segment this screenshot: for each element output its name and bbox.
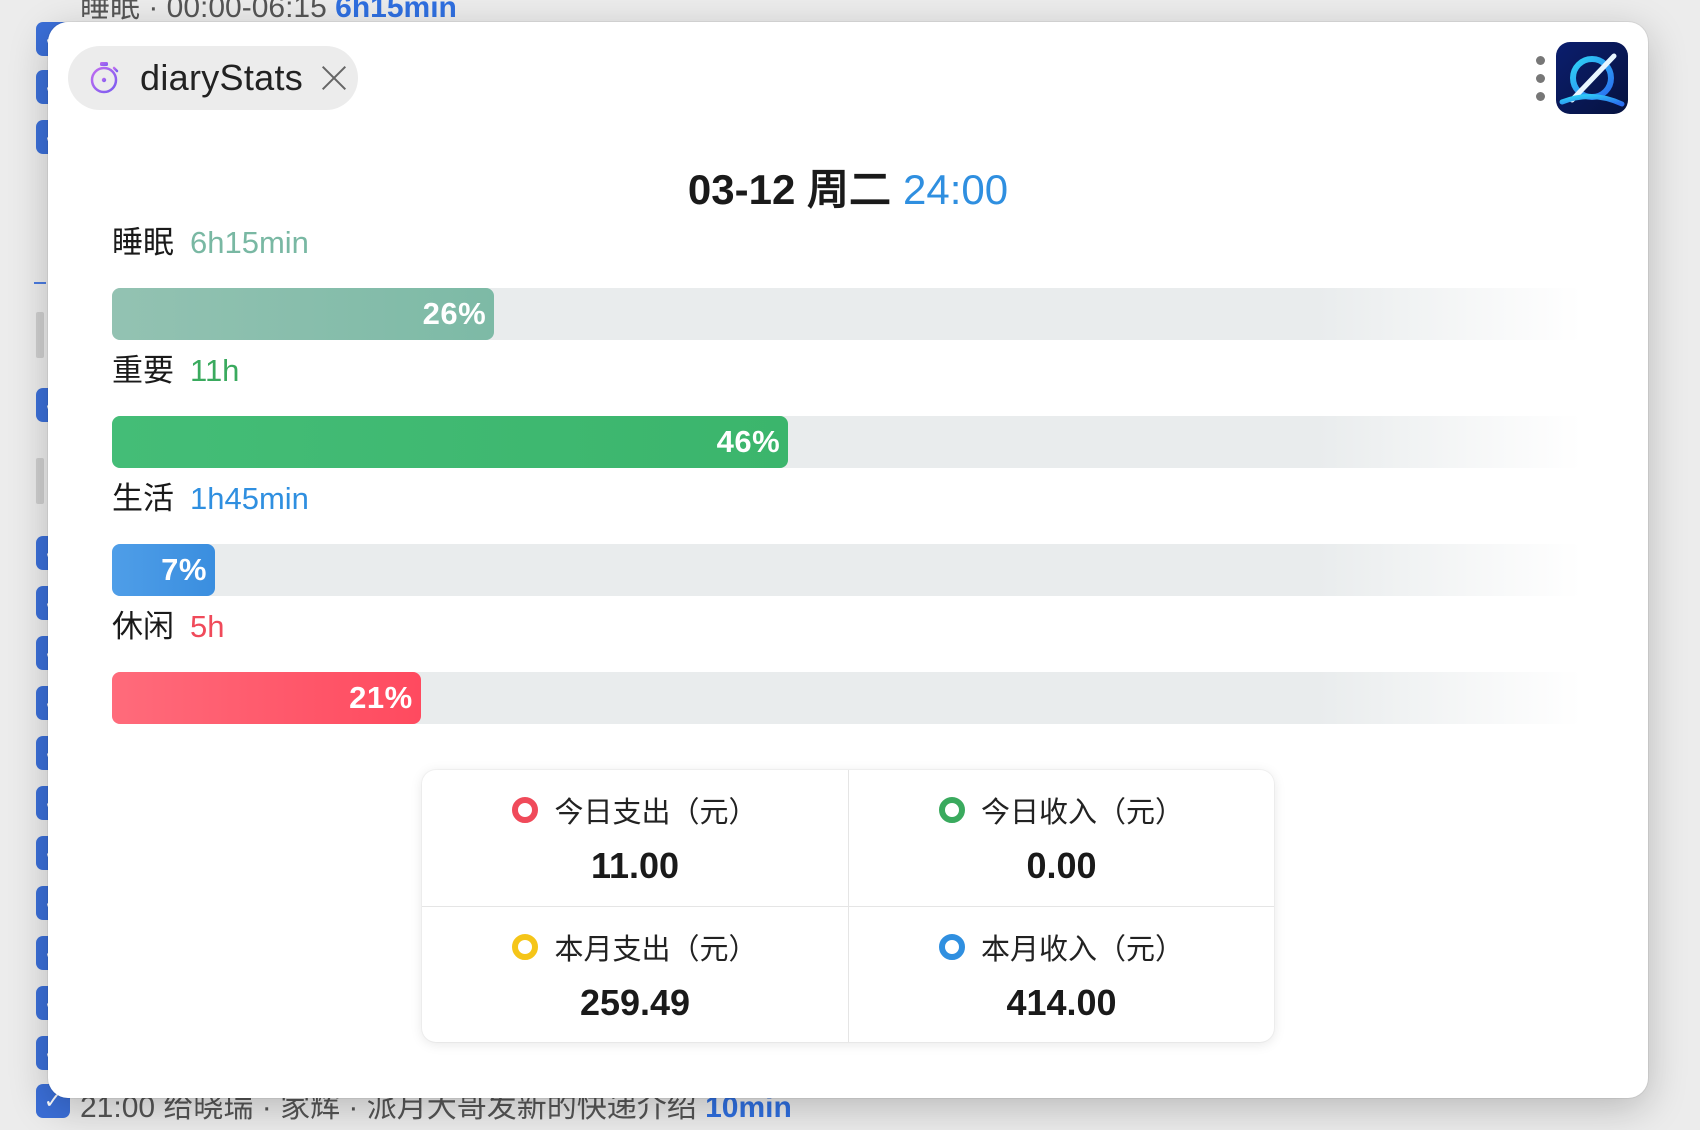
finance-label: 今日收入（元） [938,789,1184,831]
category-name: 重要 [112,353,174,388]
scroll-handle [36,458,44,504]
finance-value: 259.49 [579,981,691,1023]
finance-label-text: 本月支出（元） [554,933,758,966]
category-header: 重要 11h [112,348,1582,394]
tab-diarystats[interactable]: diaryStats [68,46,358,110]
progress-percent: 46% [716,424,781,459]
finance-label: 本月支出（元） [512,926,758,968]
category-header: 生活 1h45min [112,476,1582,522]
background-top-text: 睡眠 · 00:00-06:15 [80,0,327,24]
category-duration: 11h [190,353,240,388]
finance-month-income: 本月收入（元） 414.00 [848,906,1274,1042]
category-life: 生活 1h45min 7% [112,476,1582,596]
category-duration: 6h15min [190,225,309,260]
progress-fill: 7% [112,544,215,596]
scroll-handle [36,312,44,358]
finance-month-expense: 本月支出（元） 259.49 [422,906,848,1042]
progress-fill: 21% [112,672,421,724]
category-name: 休闲 [112,609,174,644]
finance-label: 今日支出（元） [512,789,758,831]
category-leisure: 休闲 5h 21% [112,604,1582,724]
progress-track: 26% [112,288,1582,340]
background-top-highlight: 6h15min [335,0,457,24]
date-time: 24:00 [902,166,1009,213]
category-sleep: 睡眠 6h15min 26% [112,220,1582,340]
diary-stats-popup: diaryStats 03-12 周二 24:00 睡眠 6h15min 26%… [48,22,1648,1098]
progress-percent: 7% [161,552,207,587]
close-icon[interactable] [321,65,347,91]
finance-label-text: 今日支出（元） [554,797,758,829]
finance-label: 本月收入（元） [938,926,1184,968]
tab-label: diaryStats [140,57,304,98]
date-day: 03-12 周二 [687,166,891,213]
progress-fill: 46% [112,416,789,468]
progress-track: 21% [112,672,1582,724]
red-dot-icon [512,797,539,823]
finance-label-text: 今日收入（元） [980,797,1184,829]
progress-percent: 26% [422,296,487,331]
category-duration: 5h [190,609,225,644]
progress-track: 7% [112,544,1582,596]
progress-fill: 26% [112,288,495,340]
category-important: 重要 11h 46% [112,348,1582,468]
stopwatch-icon [90,62,119,94]
finance-summary-card: 今日支出（元） 11.00 今日收入（元） 0.00 本月支出（元） 259.4… [422,770,1274,1042]
finance-label-text: 本月收入（元） [980,933,1184,966]
green-dot-icon [938,797,965,823]
progress-track: 46% [112,416,1582,468]
finance-value: 0.00 [1026,845,1097,886]
divider [34,282,46,284]
category-name: 生活 [112,481,174,516]
blue-dot-icon [938,933,965,960]
finance-value: 414.00 [1006,981,1117,1023]
finance-value: 11.00 [590,845,680,886]
yellow-dot-icon [512,933,539,960]
more-vertical-icon[interactable] [1536,56,1546,120]
category-header: 休闲 5h [112,604,1582,650]
progress-percent: 21% [349,680,413,715]
date-heading: 03-12 周二 24:00 [48,156,1648,217]
category-header: 睡眠 6h15min [112,220,1582,266]
finance-today-income: 今日收入（元） 0.00 [848,770,1274,906]
finance-today-expense: 今日支出（元） 11.00 [422,770,848,906]
app-logo-icon[interactable] [1556,42,1628,114]
category-duration: 1h45min [190,481,309,516]
category-name: 睡眠 [112,225,174,260]
